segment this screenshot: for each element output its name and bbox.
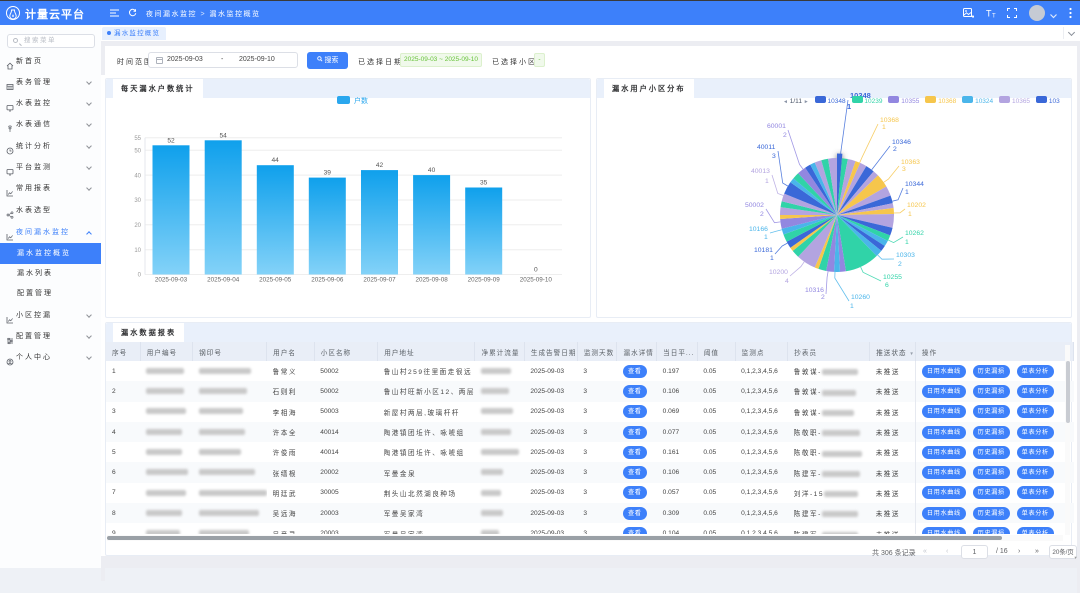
svg-text:2: 2 [893, 146, 897, 153]
svg-text:10368: 10368 [880, 117, 899, 124]
svg-text:35: 35 [480, 180, 488, 187]
svg-text:10181: 10181 [754, 247, 773, 254]
svg-text:1: 1 [905, 239, 909, 246]
svg-text:1: 1 [908, 211, 912, 218]
svg-text:55: 55 [134, 136, 141, 142]
svg-text:40: 40 [134, 173, 141, 179]
svg-text:2: 2 [898, 261, 902, 268]
svg-text:30: 30 [134, 198, 141, 204]
svg-text:10: 10 [134, 248, 141, 254]
svg-text:2025-09-03: 2025-09-03 [155, 277, 188, 284]
svg-text:2025-09-05: 2025-09-05 [259, 277, 292, 284]
svg-text:2025-09-10: 2025-09-10 [520, 277, 553, 284]
svg-text:40011: 40011 [757, 144, 776, 151]
svg-text:44: 44 [272, 157, 280, 164]
svg-text:2025-09-06: 2025-09-06 [311, 277, 344, 284]
svg-text:0: 0 [534, 267, 538, 274]
svg-text:1: 1 [765, 178, 769, 185]
svg-text:10363: 10363 [901, 159, 920, 166]
svg-text:2025-09-08: 2025-09-08 [415, 277, 448, 284]
svg-text:6: 6 [885, 282, 889, 289]
svg-text:50: 50 [134, 149, 141, 155]
svg-text:42: 42 [376, 162, 384, 169]
svg-text:40: 40 [428, 167, 436, 174]
svg-text:T: T [992, 14, 996, 19]
svg-text:10344: 10344 [905, 181, 924, 188]
svg-text:10202: 10202 [907, 202, 926, 209]
svg-text:54: 54 [220, 132, 228, 139]
svg-text:10260: 10260 [851, 294, 870, 301]
svg-text:0: 0 [138, 273, 142, 279]
svg-text:10200: 10200 [769, 269, 788, 276]
svg-text:户数: 户数 [354, 96, 368, 105]
svg-text:3: 3 [772, 153, 776, 160]
svg-text:2: 2 [760, 211, 764, 218]
svg-text:10346: 10346 [892, 139, 911, 146]
svg-text:1: 1 [882, 124, 886, 131]
svg-text:1: 1 [770, 255, 774, 262]
svg-text:1: 1 [905, 189, 909, 196]
svg-text:60001: 60001 [767, 123, 786, 130]
svg-text:3: 3 [902, 166, 906, 173]
svg-text:2: 2 [821, 294, 825, 301]
svg-text:20: 20 [134, 223, 141, 229]
svg-text:2025-09-07: 2025-09-07 [363, 277, 396, 284]
svg-text:10262: 10262 [905, 230, 924, 237]
svg-text:2: 2 [783, 132, 787, 139]
svg-text:40013: 40013 [751, 168, 770, 175]
svg-text:1: 1 [764, 234, 768, 241]
svg-text:10166: 10166 [749, 226, 768, 233]
svg-text:2025-09-04: 2025-09-04 [207, 277, 240, 284]
svg-text:39: 39 [324, 170, 332, 177]
svg-text:1: 1 [850, 303, 854, 310]
svg-text:10316: 10316 [805, 287, 824, 294]
svg-text:4: 4 [785, 278, 789, 285]
svg-text:10255: 10255 [883, 274, 902, 281]
svg-text:2025-09-09: 2025-09-09 [468, 277, 501, 284]
svg-text:10303: 10303 [896, 252, 915, 259]
svg-text:50002: 50002 [745, 202, 764, 209]
svg-text:52: 52 [167, 137, 175, 144]
